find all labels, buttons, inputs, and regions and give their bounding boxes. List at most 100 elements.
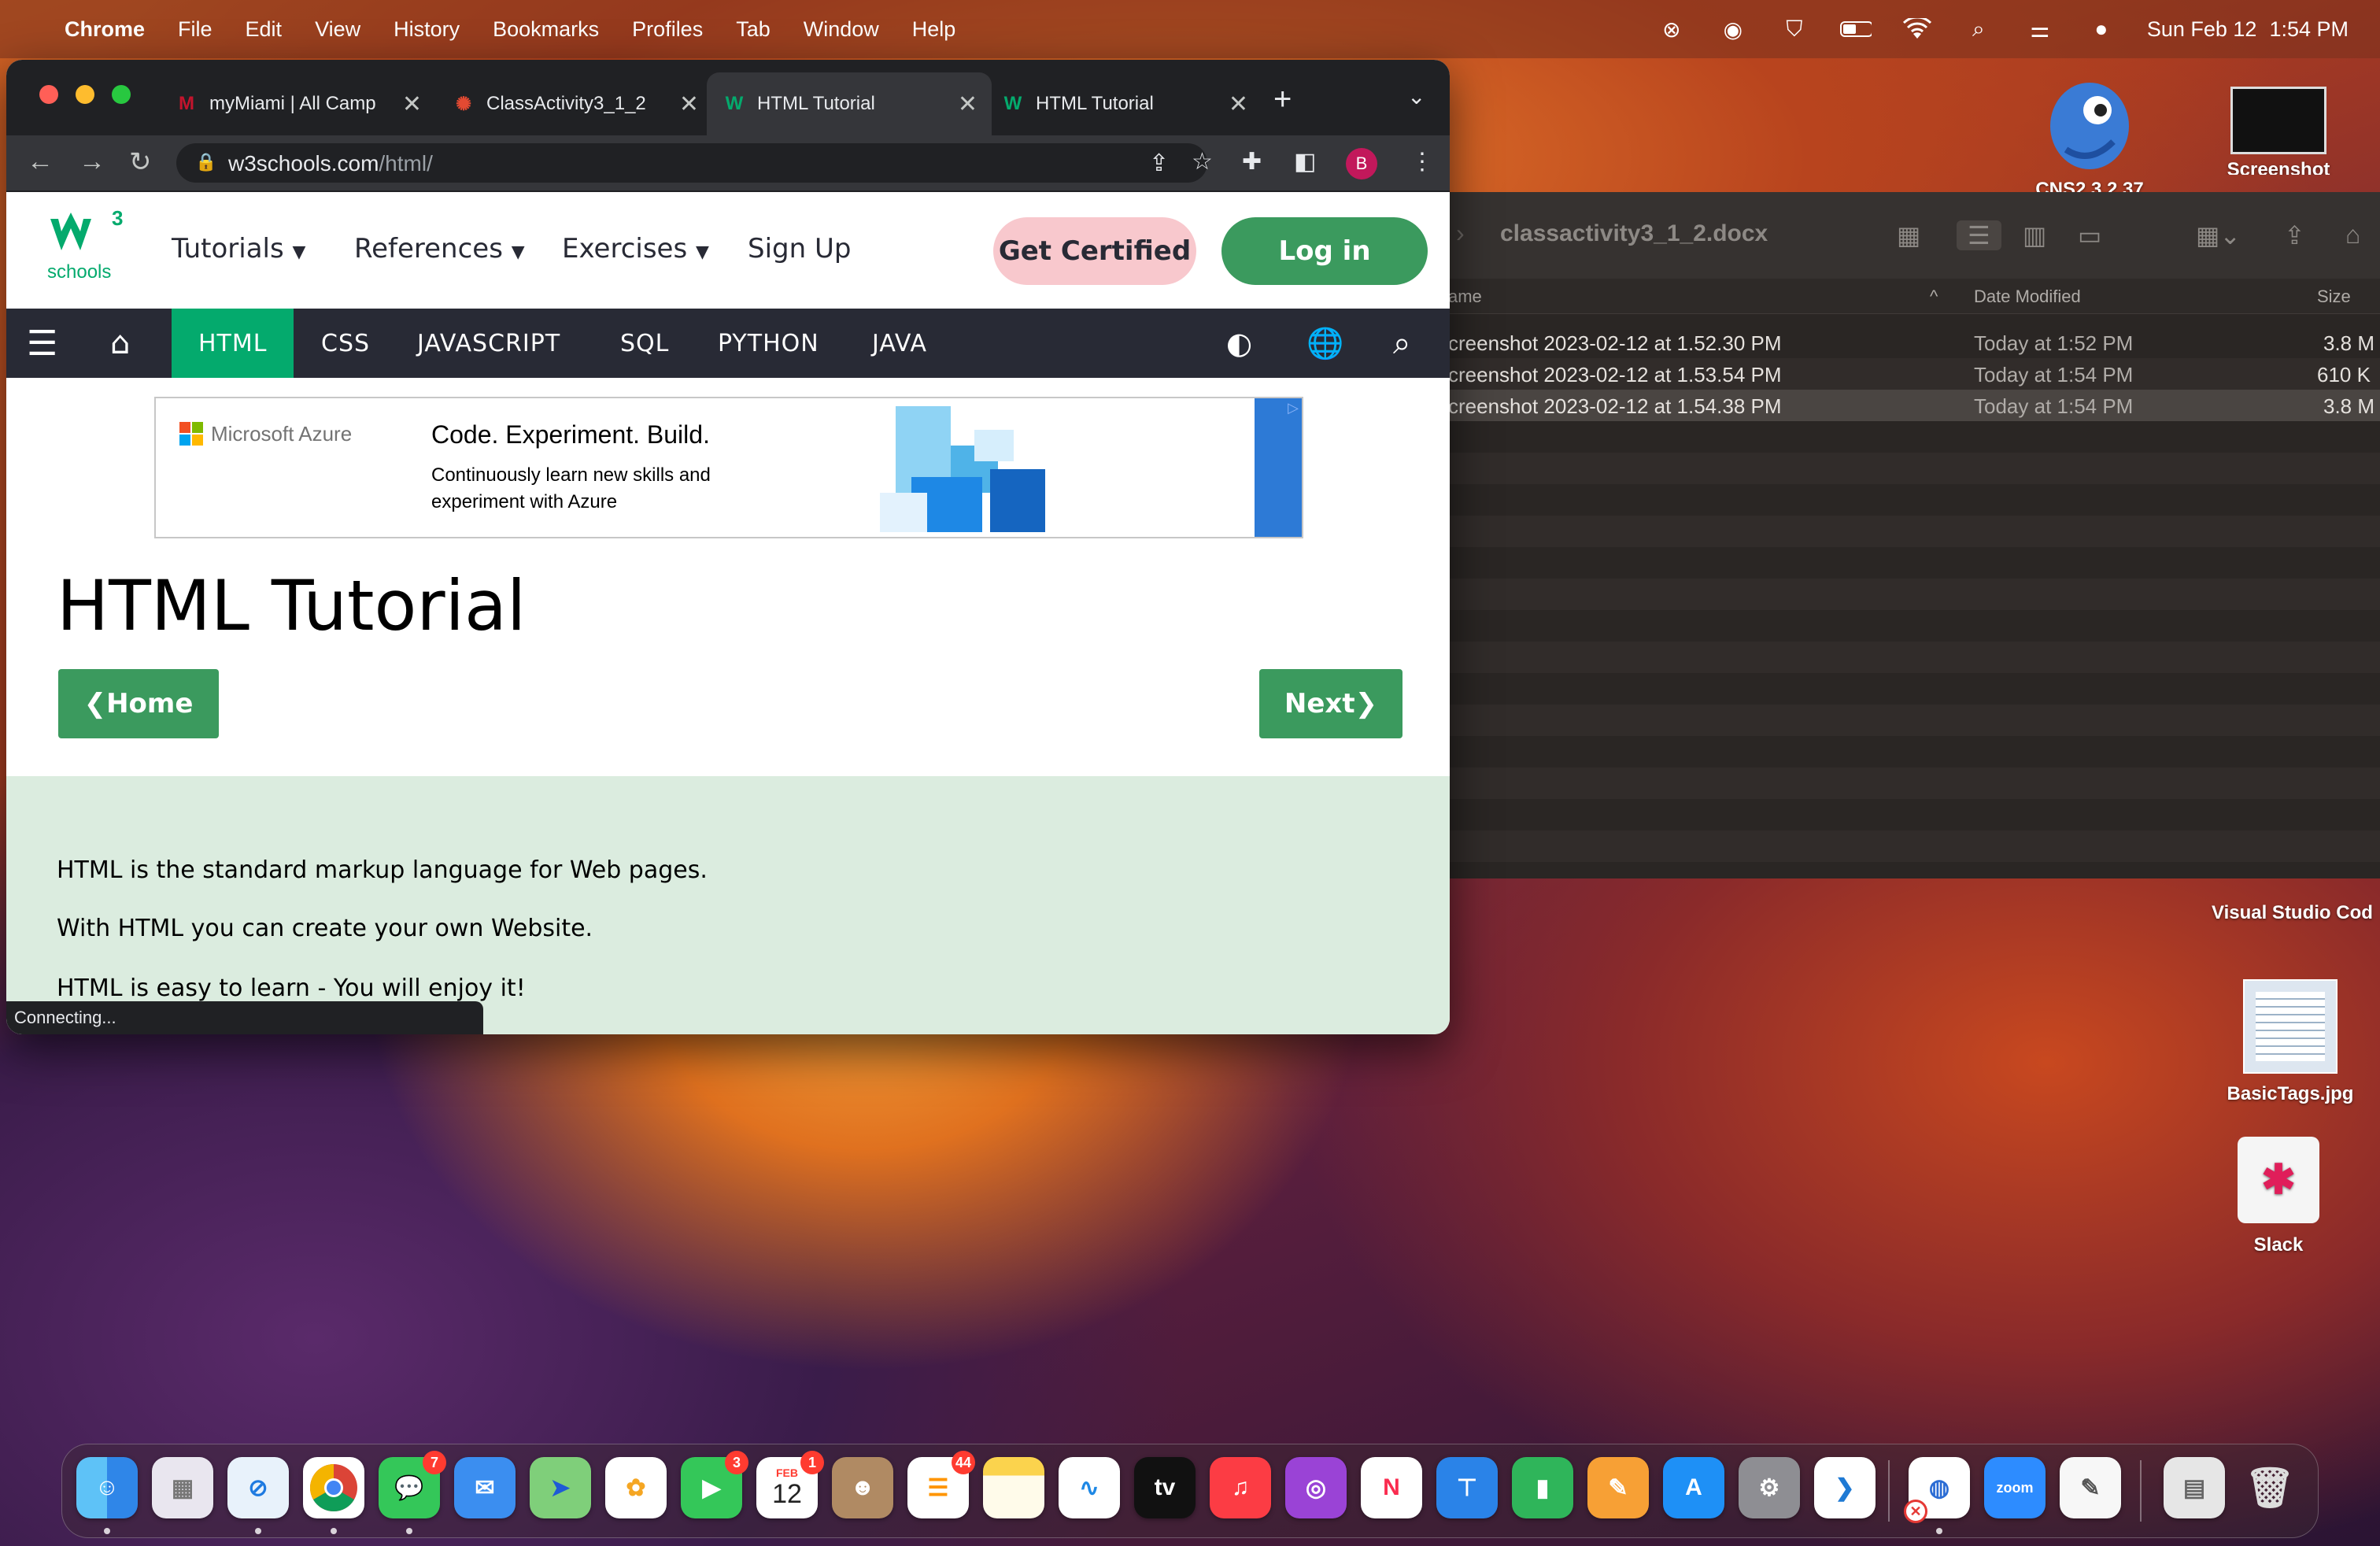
get-certified-button[interactable]: Get Certified — [993, 217, 1196, 285]
status-app-icon[interactable]: ⊗ — [1656, 17, 1687, 42]
zoom-window-button[interactable] — [112, 85, 131, 104]
dock-appletv-icon[interactable]: tv — [1134, 1457, 1196, 1518]
shield-icon[interactable]: ⛉ — [1779, 17, 1810, 41]
hamburger-menu-icon[interactable]: ☰ — [27, 309, 58, 378]
login-button[interactable]: Log in — [1221, 217, 1428, 285]
profile-avatar[interactable]: B — [1346, 148, 1377, 179]
bookmark-star-icon[interactable]: ☆ — [1192, 148, 1213, 176]
tab-html-tutorial-active[interactable]: W HTML Tutorial ✕ — [707, 72, 992, 135]
forward-arrow-icon[interactable]: → — [79, 146, 105, 177]
desktop-icon-slack[interactable]: ✱ Slack — [2212, 1137, 2345, 1256]
dock-calendar-icon[interactable]: FEB 12 1 — [756, 1451, 824, 1518]
tab-mymiami[interactable]: M myMiami | All Camp ✕ — [159, 72, 436, 135]
menu-app-name[interactable]: Chrome — [65, 17, 145, 42]
menubar-date[interactable]: Sun Feb 12 — [2147, 17, 2257, 42]
file-row[interactable]: creenshot 2023-02-12 at 1.52.30 PM Today… — [1448, 327, 2380, 358]
icon-view-icon[interactable]: ▦ — [1897, 220, 1920, 250]
desktop-icon-screenshot[interactable]: Screenshot — [2219, 87, 2338, 175]
menu-view[interactable]: View — [315, 17, 360, 42]
dock-photos-icon[interactable]: ✿ — [605, 1457, 667, 1518]
dock-downloads-icon[interactable]: ▤ — [2164, 1457, 2225, 1518]
reload-icon[interactable]: ↻ — [129, 146, 152, 178]
minimize-window-button[interactable] — [76, 85, 94, 104]
close-tab-icon[interactable]: ✕ — [958, 91, 978, 118]
list-view-icon[interactable]: ☰ — [1957, 220, 2001, 250]
dock-textedit-icon[interactable]: ✎ — [2060, 1457, 2121, 1518]
menu-edit[interactable]: Edit — [246, 17, 283, 42]
dock-mail-icon[interactable]: ✉ — [454, 1457, 516, 1518]
back-arrow-icon[interactable]: ← — [27, 146, 54, 177]
desktop-icon-cns2[interactable]: CNS2 3.2.37 — [2031, 71, 2149, 194]
siri-icon[interactable]: ● — [2086, 17, 2117, 41]
extensions-puzzle-icon[interactable]: ✚ — [1242, 148, 1262, 176]
kebab-menu-icon[interactable]: ⋮ — [1410, 148, 1434, 176]
dock-reminders-icon[interactable]: ☰ 44 — [907, 1451, 975, 1518]
close-window-button[interactable] — [39, 85, 58, 104]
close-tab-icon[interactable]: ✕ — [1229, 91, 1248, 118]
tab-html-tutorial[interactable]: W HTML Tutorial ✕ — [985, 72, 1262, 135]
dock-freeform-icon[interactable]: ∿ — [1059, 1457, 1120, 1518]
desktop-icon-vscode[interactable]: Visual Studio Cod — [2212, 902, 2380, 924]
dock-safari-icon[interactable]: ⊘ — [227, 1457, 289, 1518]
gallery-view-icon[interactable]: ▭ — [2078, 220, 2101, 250]
close-tab-icon[interactable]: ✕ — [679, 91, 699, 118]
dock-cns2-icon[interactable]: ◍ ✕ — [1904, 1457, 1970, 1523]
dock-news-icon[interactable]: N — [1361, 1457, 1422, 1518]
nav-exercises[interactable]: Exercises ▼ — [562, 233, 709, 264]
home-button[interactable]: ❮ Home — [58, 669, 219, 738]
menu-history[interactable]: History — [394, 17, 460, 42]
tab-classactivity[interactable]: ✺ ClassActivity3_1_2 ✕ — [436, 72, 713, 135]
battery-icon[interactable] — [1839, 17, 1872, 41]
control-center-icon[interactable]: ⚌ — [2024, 17, 2056, 42]
file-row[interactable]: creenshot 2023-02-12 at 1.53.54 PM Today… — [1448, 358, 2380, 390]
record-icon[interactable]: ◉ — [1717, 17, 1749, 42]
group-icon[interactable]: ▦⌄ — [2196, 220, 2241, 250]
topnav-css[interactable]: CSS — [321, 309, 370, 378]
menu-profiles[interactable]: Profiles — [632, 17, 703, 42]
lock-icon[interactable]: 🔒 — [195, 152, 216, 172]
dock-podcasts-icon[interactable]: ◎ — [1285, 1457, 1347, 1518]
menu-file[interactable]: File — [178, 17, 213, 42]
dock-pages-icon[interactable]: ✎ — [1587, 1457, 1649, 1518]
dock-notes-icon[interactable] — [983, 1457, 1044, 1518]
menu-window[interactable]: Window — [804, 17, 879, 42]
nav-references[interactable]: References ▼ — [354, 233, 525, 264]
dock-vscode-icon[interactable]: ❯ — [1814, 1457, 1876, 1518]
dock-zoom-icon[interactable]: zoom — [1984, 1457, 2046, 1518]
ad-banner[interactable]: Microsoft Azure Code. Experiment. Build.… — [154, 397, 1303, 538]
nav-signup[interactable]: Sign Up — [748, 233, 851, 264]
share-icon[interactable]: ⇪ — [2284, 220, 2305, 250]
close-tab-icon[interactable]: ✕ — [402, 91, 422, 118]
dock-chrome-icon[interactable] — [303, 1457, 364, 1518]
side-panel-icon[interactable]: ◧ — [1294, 148, 1316, 176]
dock-contacts-icon[interactable]: ☻ — [832, 1457, 893, 1518]
globe-icon[interactable]: 🌐 — [1306, 309, 1344, 378]
dock-system-settings-icon[interactable]: ⚙ — [1739, 1457, 1800, 1518]
topnav-sql[interactable]: SQL — [620, 309, 669, 378]
wifi-icon[interactable] — [1901, 17, 1933, 41]
spotlight-search-icon[interactable]: ⌕ — [1963, 17, 1994, 41]
topnav-html[interactable]: HTML — [172, 309, 294, 378]
address-bar[interactable]: 🔒 w3schools.com/html/ ⇪ ☆ — [176, 143, 1213, 183]
home-icon[interactable]: ⌂ — [110, 309, 131, 378]
dark-mode-icon[interactable]: ◐ — [1226, 309, 1253, 378]
dock-finder-icon[interactable]: ☺ — [76, 1457, 138, 1518]
dock-appstore-icon[interactable]: A — [1663, 1457, 1724, 1518]
menu-bookmarks[interactable]: Bookmarks — [493, 17, 599, 42]
menu-help[interactable]: Help — [912, 17, 956, 42]
desktop-icon-basictags[interactable]: BasicTags.jpg — [2212, 979, 2369, 1105]
dock-facetime-icon[interactable]: ▶ 3 — [681, 1451, 748, 1518]
menu-tab[interactable]: Tab — [736, 17, 771, 42]
tab-search-chevron-icon[interactable]: ⌄ — [1407, 83, 1425, 109]
column-date[interactable]: Date Modified — [1974, 287, 2081, 307]
dock-trash-icon[interactable]: 🗑 — [2239, 1457, 2301, 1518]
topnav-python[interactable]: PYTHON — [718, 309, 819, 378]
topnav-javascript[interactable]: JAVASCRIPT — [417, 309, 560, 378]
topnav-java[interactable]: JAVA — [872, 309, 927, 378]
nav-tutorials[interactable]: Tutorials ▼ — [172, 233, 305, 264]
file-row-selected[interactable]: creenshot 2023-02-12 at 1.54.38 PM Today… — [1448, 390, 2380, 421]
adchoices-icon[interactable]: ▷ — [1288, 400, 1299, 416]
menubar-time[interactable]: 1:54 PM — [2269, 17, 2349, 42]
dock-launchpad-icon[interactable]: ▦ — [152, 1457, 213, 1518]
column-name[interactable]: ame — [1448, 287, 1482, 307]
